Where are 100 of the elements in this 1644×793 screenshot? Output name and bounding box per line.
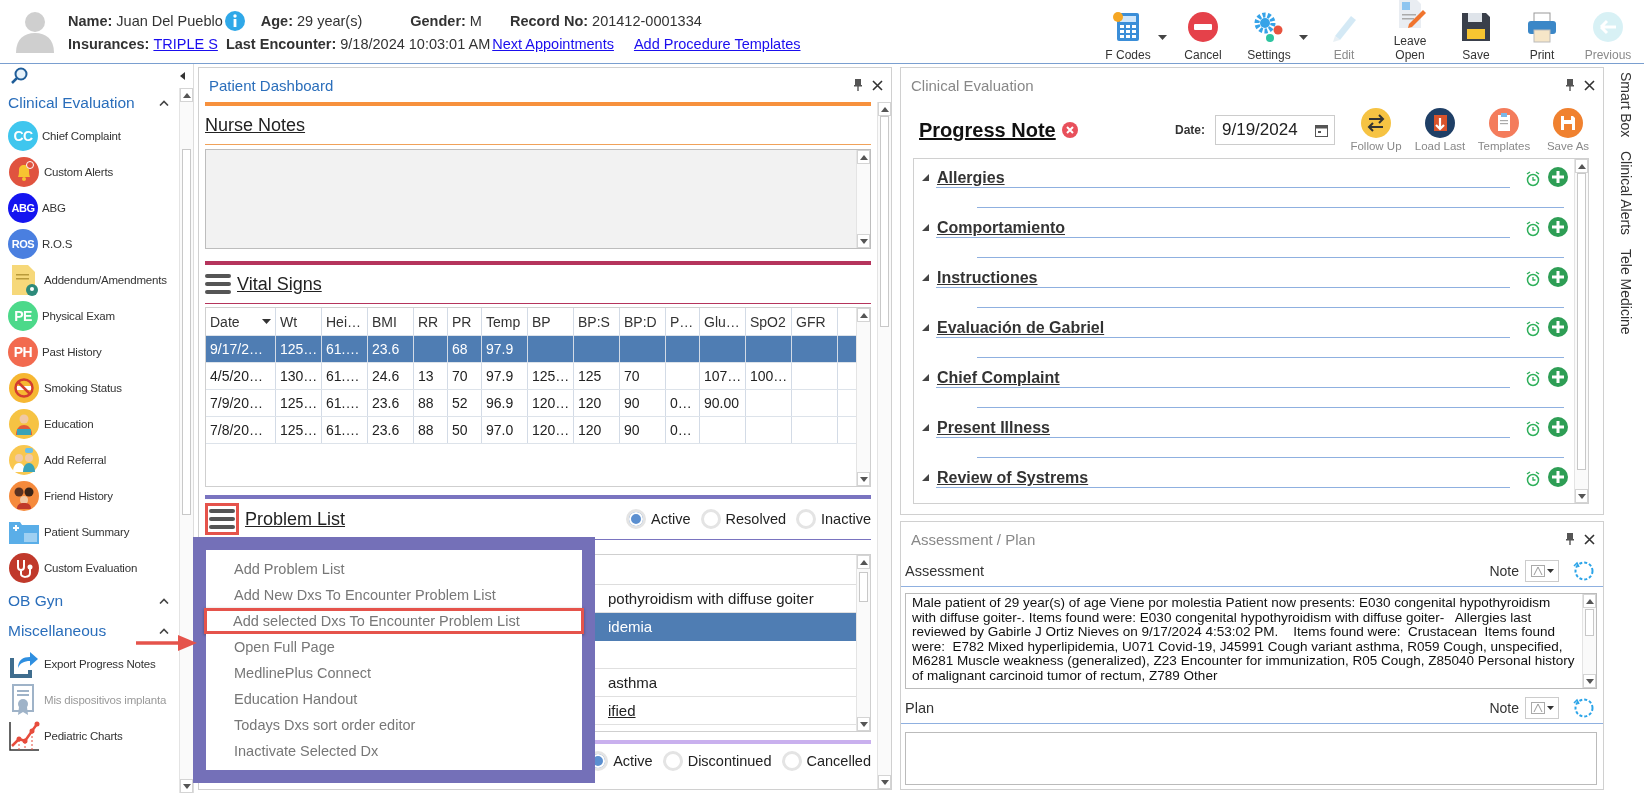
table-cell: 9/17/2… [206,336,276,362]
field-value: 9/18/2024 10:03:01 AM [340,36,491,52]
column-header[interactable]: Glu… [700,308,746,335]
section-title[interactable]: Instructiones [937,269,1038,287]
table-row[interactable]: 9/17/2… 125… 61.… 23.6 68 97.9 [206,336,856,363]
panel-title: Clinical Evaluation [911,76,1034,94]
sidebar-item[interactable]: Custom Alerts [8,154,179,190]
sidebar-item[interactable]: CC Chief Complaint [8,118,179,154]
link[interactable]: Next Appointments [492,36,614,52]
table-cell: 23.6 [368,417,414,443]
table-row[interactable]: 7/8/20… 125… 61.… 23.6 88 50 97.0 120… 120 90 0… [206,417,856,444]
section-title[interactable]: Chief Complaint [937,369,1060,387]
sidebar-item[interactable]: Add Referral [8,442,179,478]
menu-item[interactable]: Add selected Dxs To Encounter Problem List [204,608,584,634]
section-title[interactable]: Evaluación de Gabriel [937,319,1105,337]
column-header[interactable]: RR [414,308,448,335]
section-title[interactable]: Allergies [937,169,1005,187]
sidebar-item[interactable]: PE Physical Exam [8,298,179,334]
group-title: OB Gyn [8,592,64,610]
table-row[interactable]: 4/5/20… 130… 61.… 24.6 13 70 97.9 125… 125 70 107… 100… [206,363,856,390]
column-header[interactable]: P… [666,308,700,335]
note-title: Progress Note [919,118,1056,142]
note-label: Note [1489,700,1519,716]
cancel-button[interactable]: Cancel [1173,3,1233,62]
sidebar-item[interactable]: Patient Summary [8,514,179,550]
side-tab[interactable]: Smart Box [1618,72,1634,138]
field-value: Juan Del Pueblo [116,13,223,29]
sidebar-item[interactable]: Custom Evaluation [8,550,179,586]
table-cell: 125… [528,363,574,389]
radio-button[interactable]: Inactive [796,509,871,529]
column-header[interactable]: SpO2 [746,308,792,335]
column-header[interactable]: BMI [368,308,414,335]
sidebar-item[interactable]: Pediatric Charts [8,718,179,754]
column-header[interactable]: PR [448,308,482,335]
radio-button[interactable]: Discontinued [662,751,772,771]
side-tab[interactable]: Clinical Alerts [1618,151,1634,236]
print-button[interactable]: Print [1512,3,1572,62]
field-label: Last Encounter: [225,36,337,52]
insurance-link[interactable]: TRIPLE S [153,36,218,52]
settings-button[interactable]: Settings [1239,3,1299,62]
table-cell: 97.9 [482,336,528,362]
item-badge: PH [8,337,38,367]
table-cell: idemia [608,618,653,635]
field-label: Insurances: [68,36,150,52]
column-header[interactable]: BP:D [620,308,666,335]
sidebar-item[interactable]: Export Progress Notes [8,646,179,682]
table-cell: 130… [276,363,322,389]
item-badge: CC [8,121,38,151]
radio-button[interactable]: Resolved [700,509,786,529]
column-header[interactable]: Wt [276,308,322,335]
section-title[interactable]: Present Illness [937,419,1050,437]
sidebar-item[interactable]: Friend History [8,478,179,514]
sidebar-item[interactable]: Addendum/Amendments [8,262,179,298]
table-cell: 70 [448,363,482,389]
section-title[interactable]: Review of Systrems [937,469,1089,487]
link[interactable]: Add Procedure Templates [633,36,801,52]
table-cell: 61.… [322,336,368,362]
f-codes-button[interactable]: F Codes [1098,3,1158,62]
field-label: Age: [260,13,293,29]
column-header[interactable]: Date [206,308,276,335]
table-cell: 23.6 [368,336,414,362]
assessment-field[interactable]: Male patient of 29 year(s) of age Viene por molestia Patient now presents: E030 congenital hypothyroidism with diffuse goiter-. Items found were: E030 congenital hypothyroidism with diffuse goiter- Allergies last reviewed by Gabirle J Ortiz Nieves on 9/17/2024 4:53:02 PM. Items found were: Crustacean Items found were: E782 Mixed hyperlipidemia, U071 Covid-19, J45991 Cough variant asthma, R059 Cough, unspecified, M6281 Muscle weakness (generalized), Z23 Encounter for immunization, R05 Cough, Z85040 Personal history of malignant carcinoid tumor of rectum, Z789 Other [905,593,1597,689]
table-cell: 107… [700,363,746,389]
side-tab[interactable]: Tele Medicine [1618,249,1634,335]
table-cell: 61.… [322,390,368,416]
table-cell: 97.9 [482,363,528,389]
table-row[interactable]: 7/9/20… 125… 61.… 23.6 88 52 96.9 120… 120 90 0… 90.00 [206,390,856,417]
column-header[interactable]: Temp [482,308,528,335]
section-title[interactable]: Comportamiento [937,219,1065,237]
field-value: M [469,13,482,29]
follow-up-button[interactable]: Follow Up [1347,108,1405,152]
column-header[interactable]: BP:S [574,308,620,335]
section-title: Problem List [245,508,346,530]
column-header[interactable]: Hei… [322,308,368,335]
sidebar-item[interactable]: PH Past History [8,334,179,370]
radio-button[interactable]: Active [626,509,691,529]
field-value: 29 year(s) [297,13,363,29]
leave-open-button[interactable]: Leave Open [1380,3,1440,62]
column-header[interactable]: GFR [792,308,838,335]
table-cell: 23.6 [368,390,414,416]
sidebar-item[interactable]: ABG ABG [8,190,179,226]
save-as-button[interactable]: Save As [1539,108,1597,152]
load-last-button[interactable]: Load Last [1411,108,1469,152]
group-title: Miscellaneous [8,622,107,640]
field-label: Assessment [905,563,984,579]
table-cell: 125… [276,417,322,443]
column-header[interactable]: BP [528,308,574,335]
date-field[interactable]: 9/19/2024 [1215,115,1335,145]
field-label: Name: [68,13,113,29]
radio-button[interactable]: Active [588,751,653,771]
table-cell: 125… [276,336,322,362]
field-label: Record No: [509,13,589,29]
table-cell: 90.00 [700,390,746,416]
sidebar-item[interactable]: Education [8,406,179,442]
sidebar-item[interactable]: Smoking Status [8,370,179,406]
table-cell: 120… [528,390,574,416]
templates-button[interactable]: Templates [1475,108,1533,152]
radio-button[interactable]: Cancelled [781,751,871,771]
sidebar-item[interactable]: ROS R.O.S [8,226,179,262]
save-button[interactable]: Save [1446,3,1506,62]
